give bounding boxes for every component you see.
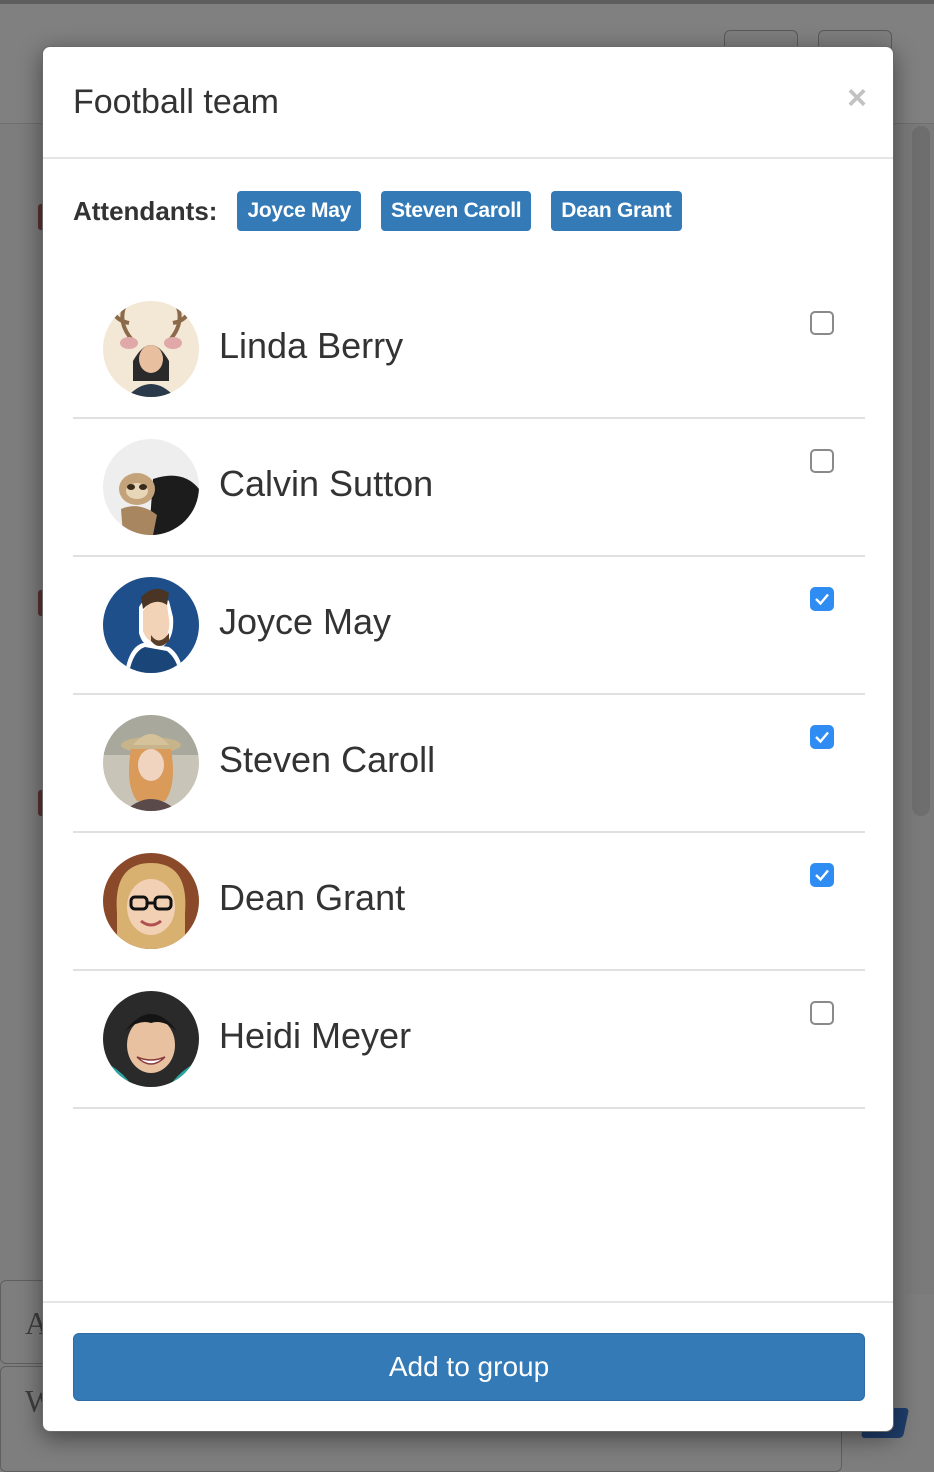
avatar [103, 853, 199, 949]
attendant-tag: Steven Caroll [380, 191, 532, 231]
member-row[interactable]: Steven Caroll [73, 695, 865, 833]
member-name: Linda Berry [219, 325, 404, 366]
member-name: Calvin Sutton [219, 463, 434, 504]
attendants-label: Attendants: [73, 195, 218, 226]
member-checkbox[interactable] [810, 311, 834, 335]
avatar [103, 991, 199, 1087]
avatar-smiling-woman-icon [103, 991, 199, 1087]
member-name: Steven Caroll [219, 739, 436, 780]
member-row[interactable]: Joyce May [73, 557, 865, 695]
modal-header: Football team × [43, 47, 893, 159]
member-list: Linda Berry Calvin Sutton Joyce May Stev… [73, 281, 865, 1109]
member-checkbox[interactable] [810, 587, 834, 611]
avatar [103, 439, 199, 535]
close-icon[interactable]: × [847, 81, 867, 115]
member-checkbox[interactable] [810, 449, 834, 473]
attendants-bar: Attendants: Joyce May Steven Caroll Dean… [73, 191, 702, 231]
modal-title: Football team [73, 83, 279, 121]
member-row[interactable]: Linda Berry [73, 281, 865, 419]
checkmark-icon [815, 593, 829, 606]
member-name: Joyce May [219, 601, 392, 642]
member-row[interactable]: Calvin Sutton [73, 419, 865, 557]
avatar-sloth-icon [103, 439, 199, 535]
avatar [103, 715, 199, 811]
background-scrollbar [912, 126, 930, 816]
member-checkbox[interactable] [810, 1001, 834, 1025]
member-checkbox[interactable] [810, 863, 834, 887]
member-name: Heidi Meyer [219, 1015, 412, 1056]
avatar [103, 577, 199, 673]
add-to-group-button[interactable]: Add to group [73, 1333, 865, 1401]
avatar-glasses-woman-icon [103, 853, 199, 949]
avatar-antlers-woman-icon [103, 301, 199, 397]
checkmark-icon [815, 869, 829, 882]
modal-footer: Add to group [43, 1301, 893, 1431]
checkmark-icon [815, 731, 829, 744]
avatar [103, 301, 199, 397]
member-row[interactable]: Heidi Meyer [73, 971, 865, 1109]
member-name: Dean Grant [219, 877, 406, 918]
avatar-illustrated-man-icon [103, 577, 199, 673]
attendant-tag: Joyce May [237, 191, 361, 231]
member-checkbox[interactable] [810, 725, 834, 749]
member-row[interactable]: Dean Grant [73, 833, 865, 971]
avatar-hat-woman-icon [103, 715, 199, 811]
group-modal: Football team × Attendants: Joyce May St… [42, 46, 894, 1432]
attendant-tag: Dean Grant [551, 191, 682, 231]
